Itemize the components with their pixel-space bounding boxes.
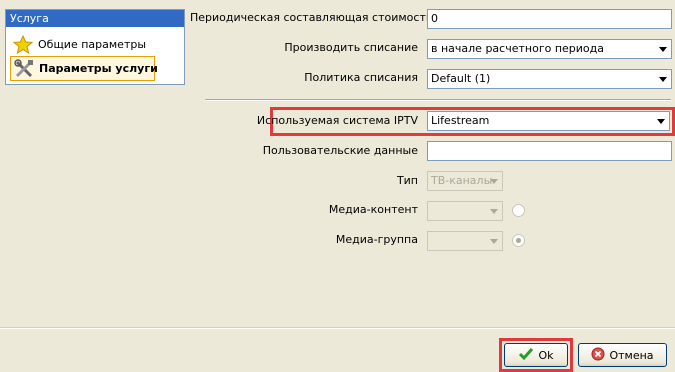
user-data-label: Пользовательские данные bbox=[262, 144, 418, 157]
media-group-label: Медиа-группа bbox=[335, 233, 418, 246]
charge-policy-select[interactable]: Default (1) bbox=[427, 69, 672, 89]
chevron-down-icon bbox=[490, 179, 498, 184]
nav-item-label: Параметры услуги bbox=[39, 62, 158, 75]
cancel-button-label: Отмена bbox=[609, 348, 654, 362]
ok-button-label: Ok bbox=[538, 348, 554, 362]
chevron-down-icon[interactable] bbox=[657, 119, 665, 124]
nav-item-general-params[interactable]: Общие параметры bbox=[10, 32, 155, 57]
tools-icon bbox=[14, 58, 34, 79]
periodic-cost-label: Периодическая составляющая стоимости bbox=[190, 11, 434, 24]
ok-button[interactable]: Ok bbox=[504, 343, 568, 367]
nav-header: Услуга bbox=[6, 10, 184, 27]
cancel-button[interactable]: Отмена bbox=[578, 343, 667, 367]
charge-policy-label: Политика списания bbox=[304, 71, 418, 84]
star-icon bbox=[12, 34, 34, 55]
chevron-down-icon bbox=[490, 239, 498, 244]
service-nav-panel: Услуга Общие параметры Параметры услуги bbox=[5, 9, 185, 85]
iptv-system-select[interactable]: Lifestream bbox=[427, 111, 670, 131]
media-content-radio bbox=[512, 204, 525, 217]
iptv-system-label: Используемая система IPTV bbox=[256, 114, 418, 127]
media-content-label: Медиа-контент bbox=[328, 203, 418, 216]
charge-mode-select[interactable]: в начале расчетного периода bbox=[427, 39, 672, 59]
charge-mode-label: Производить списание bbox=[284, 41, 418, 54]
chevron-down-icon[interactable] bbox=[659, 47, 667, 52]
type-select: ТВ-каналы bbox=[427, 171, 503, 191]
type-value: ТВ-каналы bbox=[431, 174, 493, 187]
nav-item-service-params[interactable]: Параметры услуги bbox=[10, 56, 158, 81]
footer-divider bbox=[0, 327, 675, 329]
checkmark-icon bbox=[518, 347, 534, 364]
media-content-select bbox=[427, 201, 503, 221]
nav-item-label: Общие параметры bbox=[38, 38, 147, 51]
chevron-down-icon[interactable] bbox=[659, 77, 667, 82]
media-group-select bbox=[427, 231, 503, 251]
user-data-input[interactable] bbox=[427, 141, 672, 161]
type-label: Тип bbox=[396, 174, 418, 187]
section-divider bbox=[205, 99, 671, 101]
chevron-down-icon bbox=[490, 209, 498, 214]
media-group-radio bbox=[512, 234, 525, 247]
cancel-icon bbox=[591, 347, 605, 364]
charge-mode-value: в начале расчетного периода bbox=[431, 42, 604, 55]
periodic-cost-input[interactable]: 0 bbox=[427, 9, 672, 29]
charge-policy-value: Default (1) bbox=[431, 72, 491, 85]
iptv-system-value: Lifestream bbox=[431, 114, 490, 127]
